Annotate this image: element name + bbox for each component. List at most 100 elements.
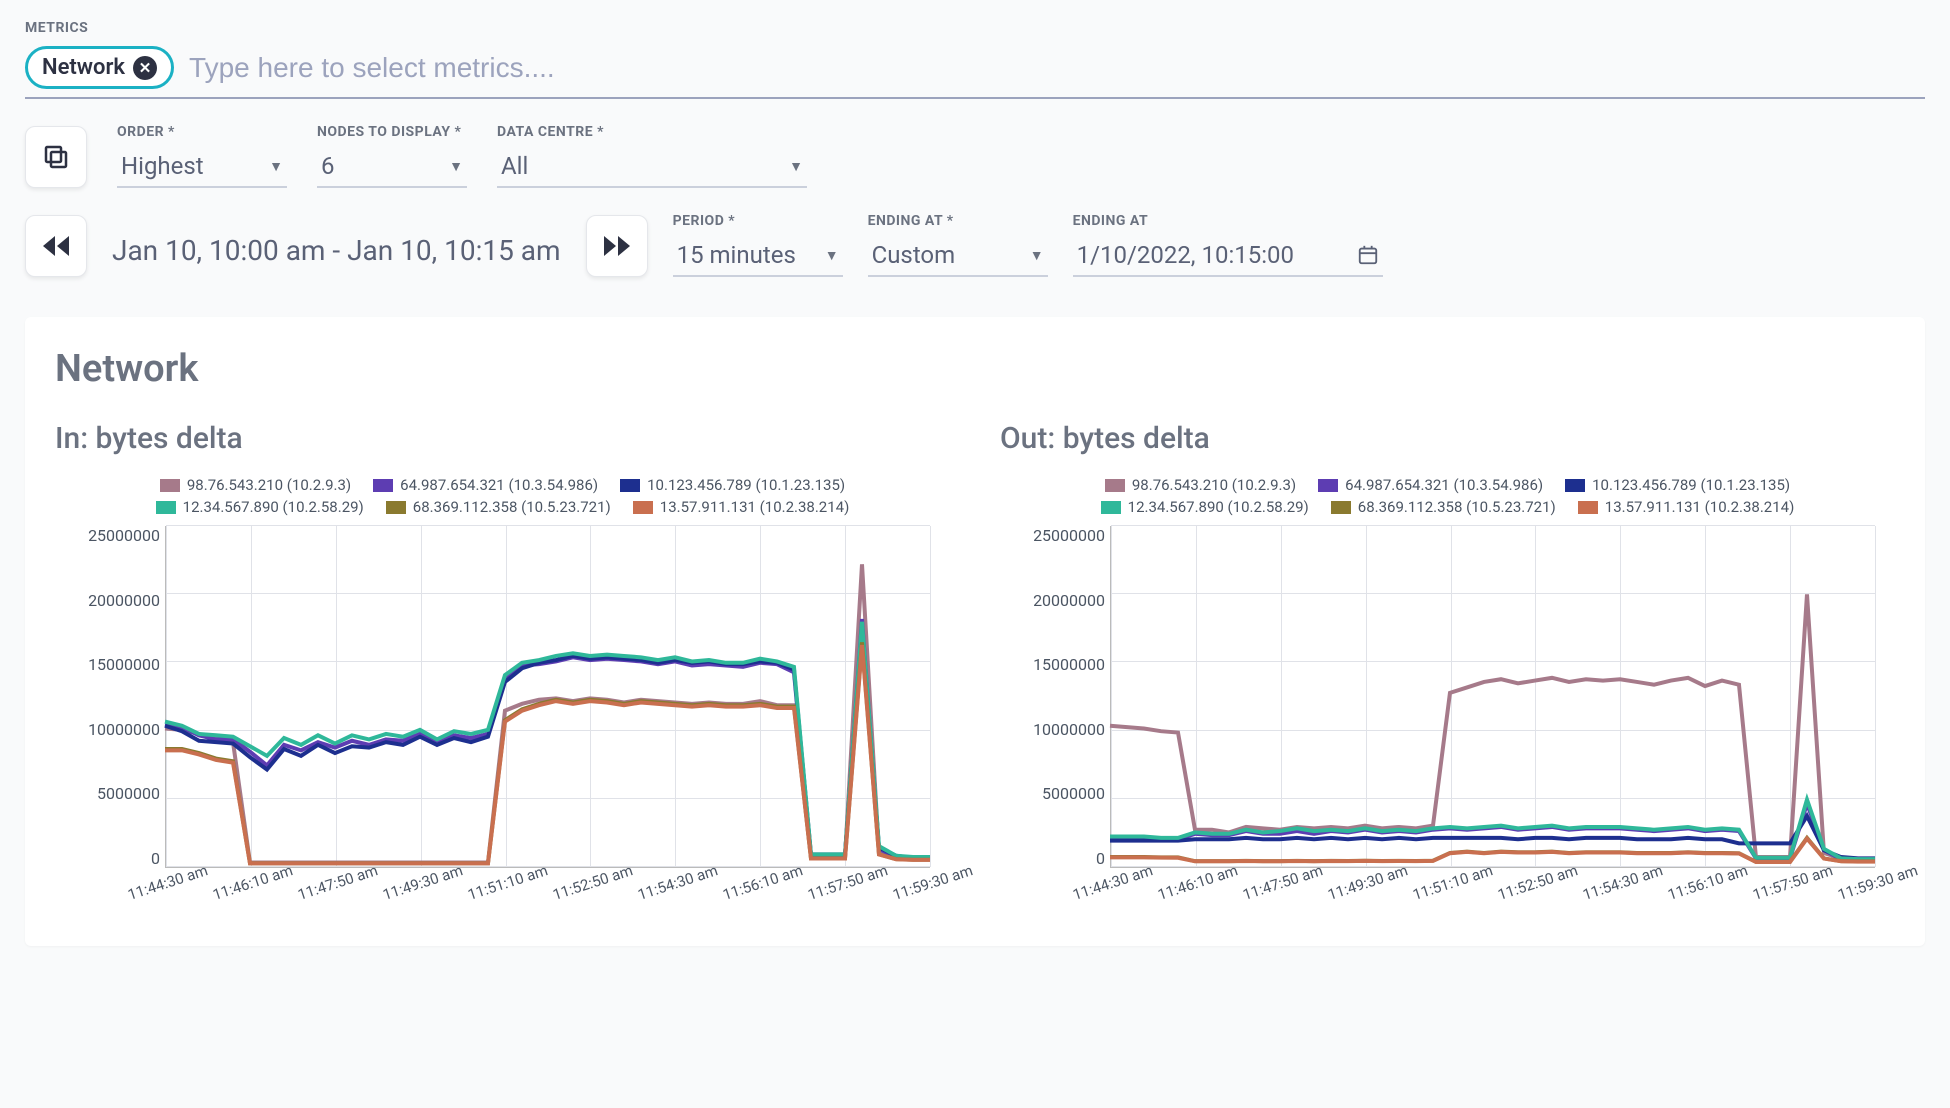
time-row: Jan 10, 10:00 am - Jan 10, 10:15 am PERI… (25, 213, 1925, 277)
legend-label: 12.34.567.890 (10.2.58.29) (183, 498, 364, 516)
legend-swatch (620, 479, 640, 492)
chart-title: In: bytes delta (55, 421, 950, 456)
chart-lines (165, 526, 930, 868)
calendar-icon (1357, 244, 1379, 266)
series-line (1110, 594, 1875, 859)
legend-label: 64.987.654.321 (10.3.54.986) (1345, 476, 1543, 494)
prev-button[interactable] (25, 215, 87, 277)
ending-at-type-label: ENDING AT * (868, 213, 1048, 229)
legend-swatch (1101, 501, 1121, 514)
legend-label: 13.57.911.131 (10.2.38.214) (1605, 498, 1795, 516)
close-icon[interactable]: ✕ (133, 56, 157, 80)
chart-title: Out: bytes delta (1000, 421, 1895, 456)
chevron-down-icon: ▼ (825, 247, 839, 264)
legend-label: 98.76.543.210 (10.2.9.3) (187, 476, 351, 494)
legend-item[interactable]: 13.57.911.131 (10.2.38.214) (633, 498, 850, 516)
chevron-down-icon: ▼ (449, 158, 463, 175)
nodes-value: 6 (321, 152, 335, 180)
legend-label: 10.123.456.789 (10.1.23.135) (1592, 476, 1790, 494)
legend-item[interactable]: 10.123.456.789 (10.1.23.135) (620, 476, 845, 494)
order-field: ORDER * Highest ▼ (117, 124, 287, 188)
ending-at-type-field: ENDING AT * Custom ▼ (868, 213, 1048, 277)
chevron-down-icon: ▼ (1030, 247, 1044, 264)
legend-item[interactable]: 68.369.112.358 (10.5.23.721) (1331, 498, 1556, 516)
period-select[interactable]: 15 minutes ▼ (673, 235, 843, 277)
legend-label: 68.369.112.358 (10.5.23.721) (413, 498, 611, 516)
charts-panel: Network In: bytes delta 98.76.543.210 (1… (25, 317, 1925, 946)
legend-item[interactable]: 64.987.654.321 (10.3.54.986) (1318, 476, 1543, 494)
legend-swatch (633, 501, 653, 514)
legend-swatch (156, 501, 176, 514)
legend-label: 98.76.543.210 (10.2.9.3) (1132, 476, 1296, 494)
legend-label: 13.57.911.131 (10.2.38.214) (660, 498, 850, 516)
y-axis: 0500000010000000150000002000000025000000 (55, 526, 160, 868)
ending-at-date-input[interactable]: 1/10/2022, 10:15:00 (1073, 235, 1383, 277)
x-axis: 11:44:30 am11:46:10 am11:47:50 am11:49:3… (1110, 868, 1875, 906)
legend-item[interactable]: 13.57.911.131 (10.2.38.214) (1578, 498, 1795, 516)
fast-forward-icon (602, 234, 632, 258)
legend-label: 12.34.567.890 (10.2.58.29) (1128, 498, 1309, 516)
legend-swatch (1105, 479, 1125, 492)
legend-swatch (1331, 501, 1351, 514)
copy-icon (41, 142, 71, 172)
time-range-label: Jan 10, 10:00 am - Jan 10, 10:15 am (112, 234, 561, 277)
legend-item[interactable]: 98.76.543.210 (10.2.9.3) (1105, 476, 1296, 494)
chart-lines (1110, 526, 1875, 868)
legend-label: 10.123.456.789 (10.1.23.135) (647, 476, 845, 494)
nodes-label: NODES TO DISPLAY * (317, 124, 467, 140)
series-line (165, 622, 930, 857)
chart-out-bytes: Out: bytes delta 98.76.543.210 (10.2.9.3… (1000, 421, 1895, 906)
legend-item[interactable]: 10.123.456.789 (10.1.23.135) (1565, 476, 1790, 494)
metric-chip-label: Network (42, 55, 125, 80)
chevron-down-icon: ▼ (789, 158, 803, 175)
metrics-input[interactable] (189, 52, 1925, 84)
period-value: 15 minutes (677, 241, 796, 269)
period-label: PERIOD * (673, 213, 843, 229)
legend-swatch (1578, 501, 1598, 514)
ending-at-date-value: 1/10/2022, 10:15:00 (1077, 241, 1294, 269)
legend: 98.76.543.210 (10.2.9.3) 64.987.654.321 (… (1000, 476, 1895, 516)
legend-item[interactable]: 12.34.567.890 (10.2.58.29) (1101, 498, 1309, 516)
datacentre-label: DATA CENTRE * (497, 124, 807, 140)
series-line (165, 619, 930, 858)
legend-item[interactable]: 68.369.112.358 (10.5.23.721) (386, 498, 611, 516)
legend-item[interactable]: 98.76.543.210 (10.2.9.3) (160, 476, 351, 494)
legend-label: 64.987.654.321 (10.3.54.986) (400, 476, 598, 494)
next-button[interactable] (586, 215, 648, 277)
legend-swatch (1318, 479, 1338, 492)
metrics-filter-row: Network ✕ (25, 46, 1925, 99)
datacentre-value: All (501, 152, 528, 180)
ending-at-type-select[interactable]: Custom ▼ (868, 235, 1048, 277)
panel-title: Network (55, 347, 1895, 391)
ending-at-date-label: ENDING AT (1073, 213, 1383, 229)
series-line (165, 564, 930, 862)
ending-at-type-value: Custom (872, 241, 956, 269)
datacentre-select[interactable]: All ▼ (497, 146, 807, 188)
legend-swatch (1565, 479, 1585, 492)
nodes-select[interactable]: 6 ▼ (317, 146, 467, 188)
controls-row-1: ORDER * Highest ▼ NODES TO DISPLAY * 6 ▼… (25, 124, 1925, 188)
legend-label: 68.369.112.358 (10.5.23.721) (1358, 498, 1556, 516)
nodes-field: NODES TO DISPLAY * 6 ▼ (317, 124, 467, 188)
copy-button[interactable] (25, 126, 87, 188)
datacentre-field: DATA CENTRE * All ▼ (497, 124, 807, 188)
legend-swatch (386, 501, 406, 514)
metrics-section-label: METRICS (25, 20, 1925, 36)
plot-area: 0500000010000000150000002000000025000000… (1110, 526, 1875, 906)
order-label: ORDER * (117, 124, 287, 140)
x-axis: 11:44:30 am11:46:10 am11:47:50 am11:49:3… (165, 868, 930, 906)
rewind-icon (41, 234, 71, 258)
metric-chip-network[interactable]: Network ✕ (25, 46, 174, 89)
order-select[interactable]: Highest ▼ (117, 146, 287, 188)
order-value: Highest (121, 152, 204, 180)
ending-at-date-field: ENDING AT 1/10/2022, 10:15:00 (1073, 213, 1383, 277)
period-field: PERIOD * 15 minutes ▼ (673, 213, 843, 277)
chevron-down-icon: ▼ (269, 158, 283, 175)
legend-item[interactable]: 12.34.567.890 (10.2.58.29) (156, 498, 364, 516)
legend-swatch (373, 479, 393, 492)
legend-item[interactable]: 64.987.654.321 (10.3.54.986) (373, 476, 598, 494)
plot-area: 0500000010000000150000002000000025000000… (165, 526, 930, 906)
legend-swatch (160, 479, 180, 492)
chart-in-bytes: In: bytes delta 98.76.543.210 (10.2.9.3)… (55, 421, 950, 906)
legend: 98.76.543.210 (10.2.9.3) 64.987.654.321 (… (55, 476, 950, 516)
